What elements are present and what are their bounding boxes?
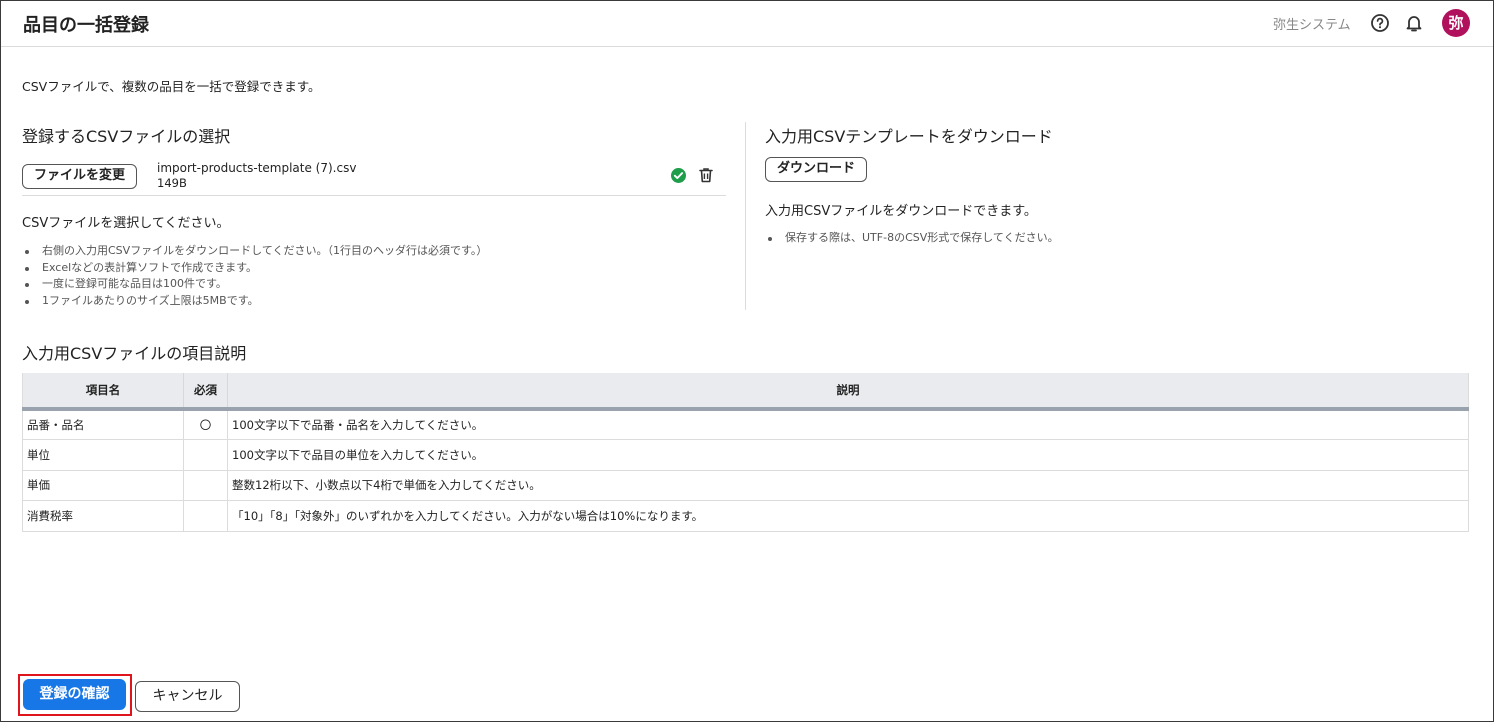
confirm-registration-button[interactable]: 登録の確認 bbox=[23, 679, 126, 710]
change-file-button[interactable]: ファイルを変更 bbox=[22, 164, 137, 189]
bell-icon[interactable] bbox=[1403, 12, 1425, 34]
upload-message: CSVファイルを選択してください。 bbox=[22, 216, 230, 231]
company-name[interactable]: 弥生システム bbox=[1273, 14, 1351, 33]
template-message: 入力用CSVファイルをダウンロードできます。 bbox=[765, 204, 1037, 219]
cell-required: 〇 bbox=[183, 409, 228, 440]
table-row: 単位 100文字以下で品目の単位を入力してください。 bbox=[22, 439, 1469, 471]
table-header-row: 項目名 必須 説明 bbox=[22, 373, 1469, 411]
upload-section-title: 登録するCSVファイルの選択 bbox=[22, 127, 231, 146]
cell-required bbox=[183, 439, 228, 471]
check-circle-icon bbox=[670, 167, 687, 184]
spec-table: 項目名 必須 説明 品番・品名 〇 100文字以下で品番・品名を入力してください… bbox=[22, 373, 1469, 532]
cell-required bbox=[183, 470, 228, 501]
intro-text: CSVファイルで、複数の品目を一括で登録できます。 bbox=[22, 79, 321, 94]
list-item: 保存する際は、UTF-8のCSV形式で保存してください。 bbox=[765, 230, 1059, 247]
app-header: 品目の一括登録 弥生システム 弥 bbox=[1, 1, 1493, 47]
page-title: 品目の一括登録 bbox=[23, 15, 149, 36]
column-header-required: 必須 bbox=[183, 373, 228, 411]
column-header-name: 項目名 bbox=[22, 373, 184, 411]
cell-name: 単価 bbox=[22, 470, 184, 501]
cell-name: 品番・品名 bbox=[22, 409, 184, 440]
template-section-title: 入力用CSVテンプレートをダウンロード bbox=[765, 127, 1053, 146]
trash-icon[interactable] bbox=[697, 166, 715, 184]
table-row: 品番・品名 〇 100文字以下で品番・品名を入力してください。 bbox=[22, 409, 1469, 440]
template-notes: 保存する際は、UTF-8のCSV形式で保存してください。 bbox=[765, 230, 1059, 247]
table-row: 単価 整数12桁以下、小数点以下4桁で単価を入力してください。 bbox=[22, 470, 1469, 501]
table-row: 消費税率 「10」「8」「対象外」のいずれかを入力してください。入力がない場合は… bbox=[22, 500, 1469, 532]
upload-notes: 右側の入力用CSVファイルをダウンロードしてください。（1行目のヘッダ行は必須で… bbox=[22, 243, 487, 309]
avatar[interactable]: 弥 bbox=[1442, 9, 1470, 37]
column-header-description: 説明 bbox=[227, 373, 1469, 411]
help-icon[interactable] bbox=[1369, 12, 1391, 34]
cell-description: 整数12桁以下、小数点以下4桁で単価を入力してください。 bbox=[227, 470, 1469, 501]
cell-name: 単位 bbox=[22, 439, 184, 471]
cell-description: 100文字以下で品番・品名を入力してください。 bbox=[227, 409, 1469, 440]
spec-section-title: 入力用CSVファイルの項目説明 bbox=[22, 344, 247, 363]
list-item: 一度に登録可能な品目は100件です。 bbox=[22, 276, 487, 293]
cancel-button[interactable]: キャンセル bbox=[135, 681, 240, 712]
file-name: import-products-template (7).csv bbox=[157, 161, 357, 175]
list-item: 1ファイルあたりのサイズ上限は5MBです。 bbox=[22, 293, 487, 310]
section-divider bbox=[745, 122, 746, 310]
list-item: Excelなどの表計算ソフトで作成できます。 bbox=[22, 260, 487, 277]
file-size: 149B bbox=[157, 176, 187, 190]
confirm-button-highlight: 登録の確認 bbox=[18, 674, 132, 716]
cell-name: 消費税率 bbox=[22, 500, 184, 532]
download-button[interactable]: ダウンロード bbox=[765, 157, 867, 182]
file-row-divider bbox=[22, 195, 726, 196]
cell-required bbox=[183, 500, 228, 532]
list-item: 右側の入力用CSVファイルをダウンロードしてください。（1行目のヘッダ行は必須で… bbox=[22, 243, 487, 260]
cell-description: 「10」「8」「対象外」のいずれかを入力してください。入力がない場合は10%にな… bbox=[227, 500, 1469, 532]
cell-description: 100文字以下で品目の単位を入力してください。 bbox=[227, 439, 1469, 471]
